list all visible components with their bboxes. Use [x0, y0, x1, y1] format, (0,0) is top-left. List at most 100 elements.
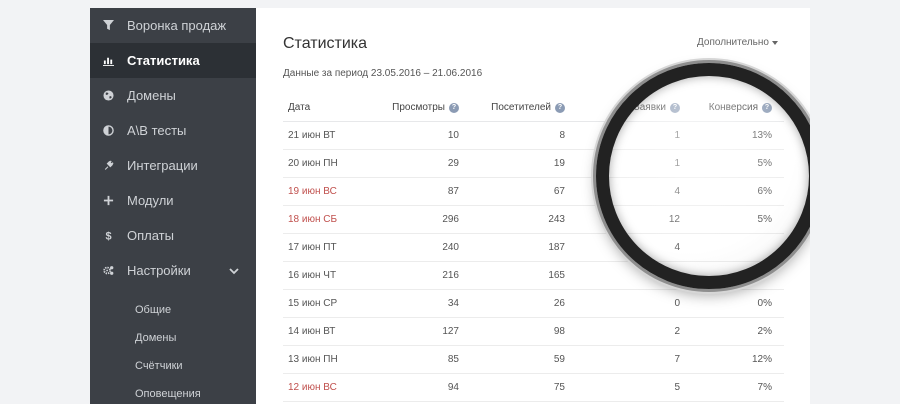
settings-sub-counters[interactable]: Счётчики [90, 352, 256, 380]
table-row: 16 июн ЧТ 216 165 [283, 262, 784, 290]
col-header-date[interactable]: Дата [283, 102, 369, 113]
sidebar-item-label: Модули [127, 193, 174, 208]
cell-views: 29 [447, 158, 459, 169]
half-circle-icon [102, 124, 115, 137]
plug-icon [102, 159, 115, 172]
table-row: 18 июн СБ 296 243 12 5% [283, 206, 784, 234]
cell-leads: 2 [674, 326, 680, 337]
sidebar-item-label: Оплаты [127, 228, 174, 243]
sidebar-item-modules[interactable]: Модули [90, 183, 256, 218]
table-body: 21 июн ВТ 10 8 1 13% 20 июн ПН 29 19 1 5% 19 июн В… [283, 122, 784, 402]
col-header-visitors[interactable]: Посетителей? [473, 102, 591, 113]
table-header: Дата Просмотры? Посетителей? Заявки? Кон… [283, 94, 784, 122]
cell-date: 17 июн ПТ [288, 242, 337, 253]
cell-date: 14 июн ВТ [288, 326, 336, 337]
sidebar-item-label: Интеграции [127, 158, 198, 173]
svg-text:$: $ [105, 231, 111, 241]
cell-visitors: 187 [548, 242, 565, 253]
cell-visitors: 59 [553, 354, 565, 365]
settings-sub-general[interactable]: Общие [90, 296, 256, 324]
cell-views: 240 [442, 242, 459, 253]
cell-leads: 5 [674, 382, 680, 393]
globe-icon [102, 89, 115, 102]
table-row: 19 июн ВС 87 67 4 6% [283, 178, 784, 206]
cell-visitors: 8 [559, 130, 565, 141]
cell-leads: 1 [674, 130, 680, 141]
stats-table: Дата Просмотры? Посетителей? Заявки? Кон… [283, 94, 784, 402]
cell-conversion: 5% [757, 214, 772, 225]
cell-leads: 1 [674, 158, 680, 169]
cell-visitors: 243 [548, 214, 565, 225]
plus-icon [102, 194, 115, 207]
cell-views: 87 [447, 186, 459, 197]
cell-conversion: 7% [757, 382, 772, 393]
cell-visitors: 26 [553, 298, 565, 309]
cell-date: 16 июн ЧТ [288, 270, 337, 281]
cell-visitors: 19 [553, 158, 565, 169]
cell-conversion: 0% [757, 298, 772, 309]
table-row: 15 июн СР 34 26 0 0% [283, 290, 784, 318]
col-header-conversion[interactable]: Конверсия? [694, 102, 784, 113]
help-icon[interactable]: ? [555, 102, 565, 113]
cell-views: 85 [447, 354, 459, 365]
cell-leads: 0 [674, 298, 680, 309]
cell-views: 34 [447, 298, 459, 309]
help-icon[interactable]: ? [449, 102, 459, 113]
cell-visitors: 67 [553, 186, 565, 197]
cell-leads: 12 [668, 214, 680, 225]
sidebar-item-payments[interactable]: $ Оплаты [90, 218, 256, 253]
cell-date: 13 июн ПН [288, 354, 338, 365]
sidebar-item-settings[interactable]: Настройки [90, 253, 256, 288]
cell-conversion: 2% [757, 326, 772, 337]
more-dropdown-label: Дополнительно [697, 37, 769, 48]
col-header-views[interactable]: Просмотры? [369, 102, 473, 113]
table-row: 12 июн ВС 94 75 5 7% [283, 374, 784, 402]
help-icon[interactable]: ? [670, 102, 680, 113]
cell-views: 216 [442, 270, 459, 281]
cell-date: 21 июн ВТ [288, 130, 336, 141]
table-row: 17 июн ПТ 240 187 4 [283, 234, 784, 262]
cell-views: 10 [447, 130, 459, 141]
cell-visitors: 165 [548, 270, 565, 281]
sidebar-item-label: A\B тесты [127, 123, 187, 138]
page-title: Статистика [283, 35, 368, 52]
cell-visitors: 75 [553, 382, 565, 393]
table-row: 20 июн ПН 29 19 1 5% [283, 150, 784, 178]
sidebar-item-label: Настройки [127, 263, 191, 278]
col-header-leads[interactable]: Заявки? [591, 102, 694, 113]
sidebar-item-funnel[interactable]: Воронка продаж [90, 8, 256, 43]
sidebar-item-domains[interactable]: Домены [90, 78, 256, 113]
dollar-icon: $ [102, 229, 115, 242]
cell-views: 296 [442, 214, 459, 225]
sidebar: Воронка продаж Статистика Домены A\B тес… [90, 8, 256, 404]
sidebar-item-label: Статистика [127, 53, 200, 68]
table-row: 13 июн ПН 85 59 7 12% [283, 346, 784, 374]
cell-leads: 4 [674, 242, 680, 253]
caret-down-icon [771, 40, 778, 45]
table-row: 14 июн ВТ 127 98 2 2% [283, 318, 784, 346]
chevron-down-icon[interactable] [228, 265, 240, 277]
bar-chart-icon [102, 54, 115, 67]
settings-sub-domains[interactable]: Домены [90, 324, 256, 352]
sidebar-item-ab-tests[interactable]: A\B тесты [90, 113, 256, 148]
cell-leads: 7 [674, 354, 680, 365]
sidebar-item-integrations[interactable]: Интеграции [90, 148, 256, 183]
sidebar-item-statistics[interactable]: Статистика [90, 43, 256, 78]
more-dropdown[interactable]: Дополнительно [697, 37, 778, 48]
cell-views: 127 [442, 326, 459, 337]
cell-conversion: 13% [751, 130, 772, 141]
cell-date: 15 июн СР [288, 298, 338, 309]
cell-date: 20 июн ПН [288, 158, 338, 169]
gears-icon [102, 264, 115, 277]
help-icon[interactable]: ? [762, 102, 772, 113]
sidebar-item-label: Домены [127, 88, 176, 103]
table-row: 21 июн ВТ 10 8 1 13% [283, 122, 784, 150]
cell-date: 19 июн ВС [288, 186, 337, 197]
main-panel: Статистика Дополнительно Данные за перио… [256, 8, 810, 404]
funnel-icon [102, 19, 115, 32]
cell-views: 94 [447, 382, 459, 393]
settings-sub-notifications[interactable]: Оповещения [90, 380, 256, 404]
cell-conversion: 6% [757, 186, 772, 197]
cell-conversion: 5% [757, 158, 772, 169]
cell-visitors: 98 [553, 326, 565, 337]
